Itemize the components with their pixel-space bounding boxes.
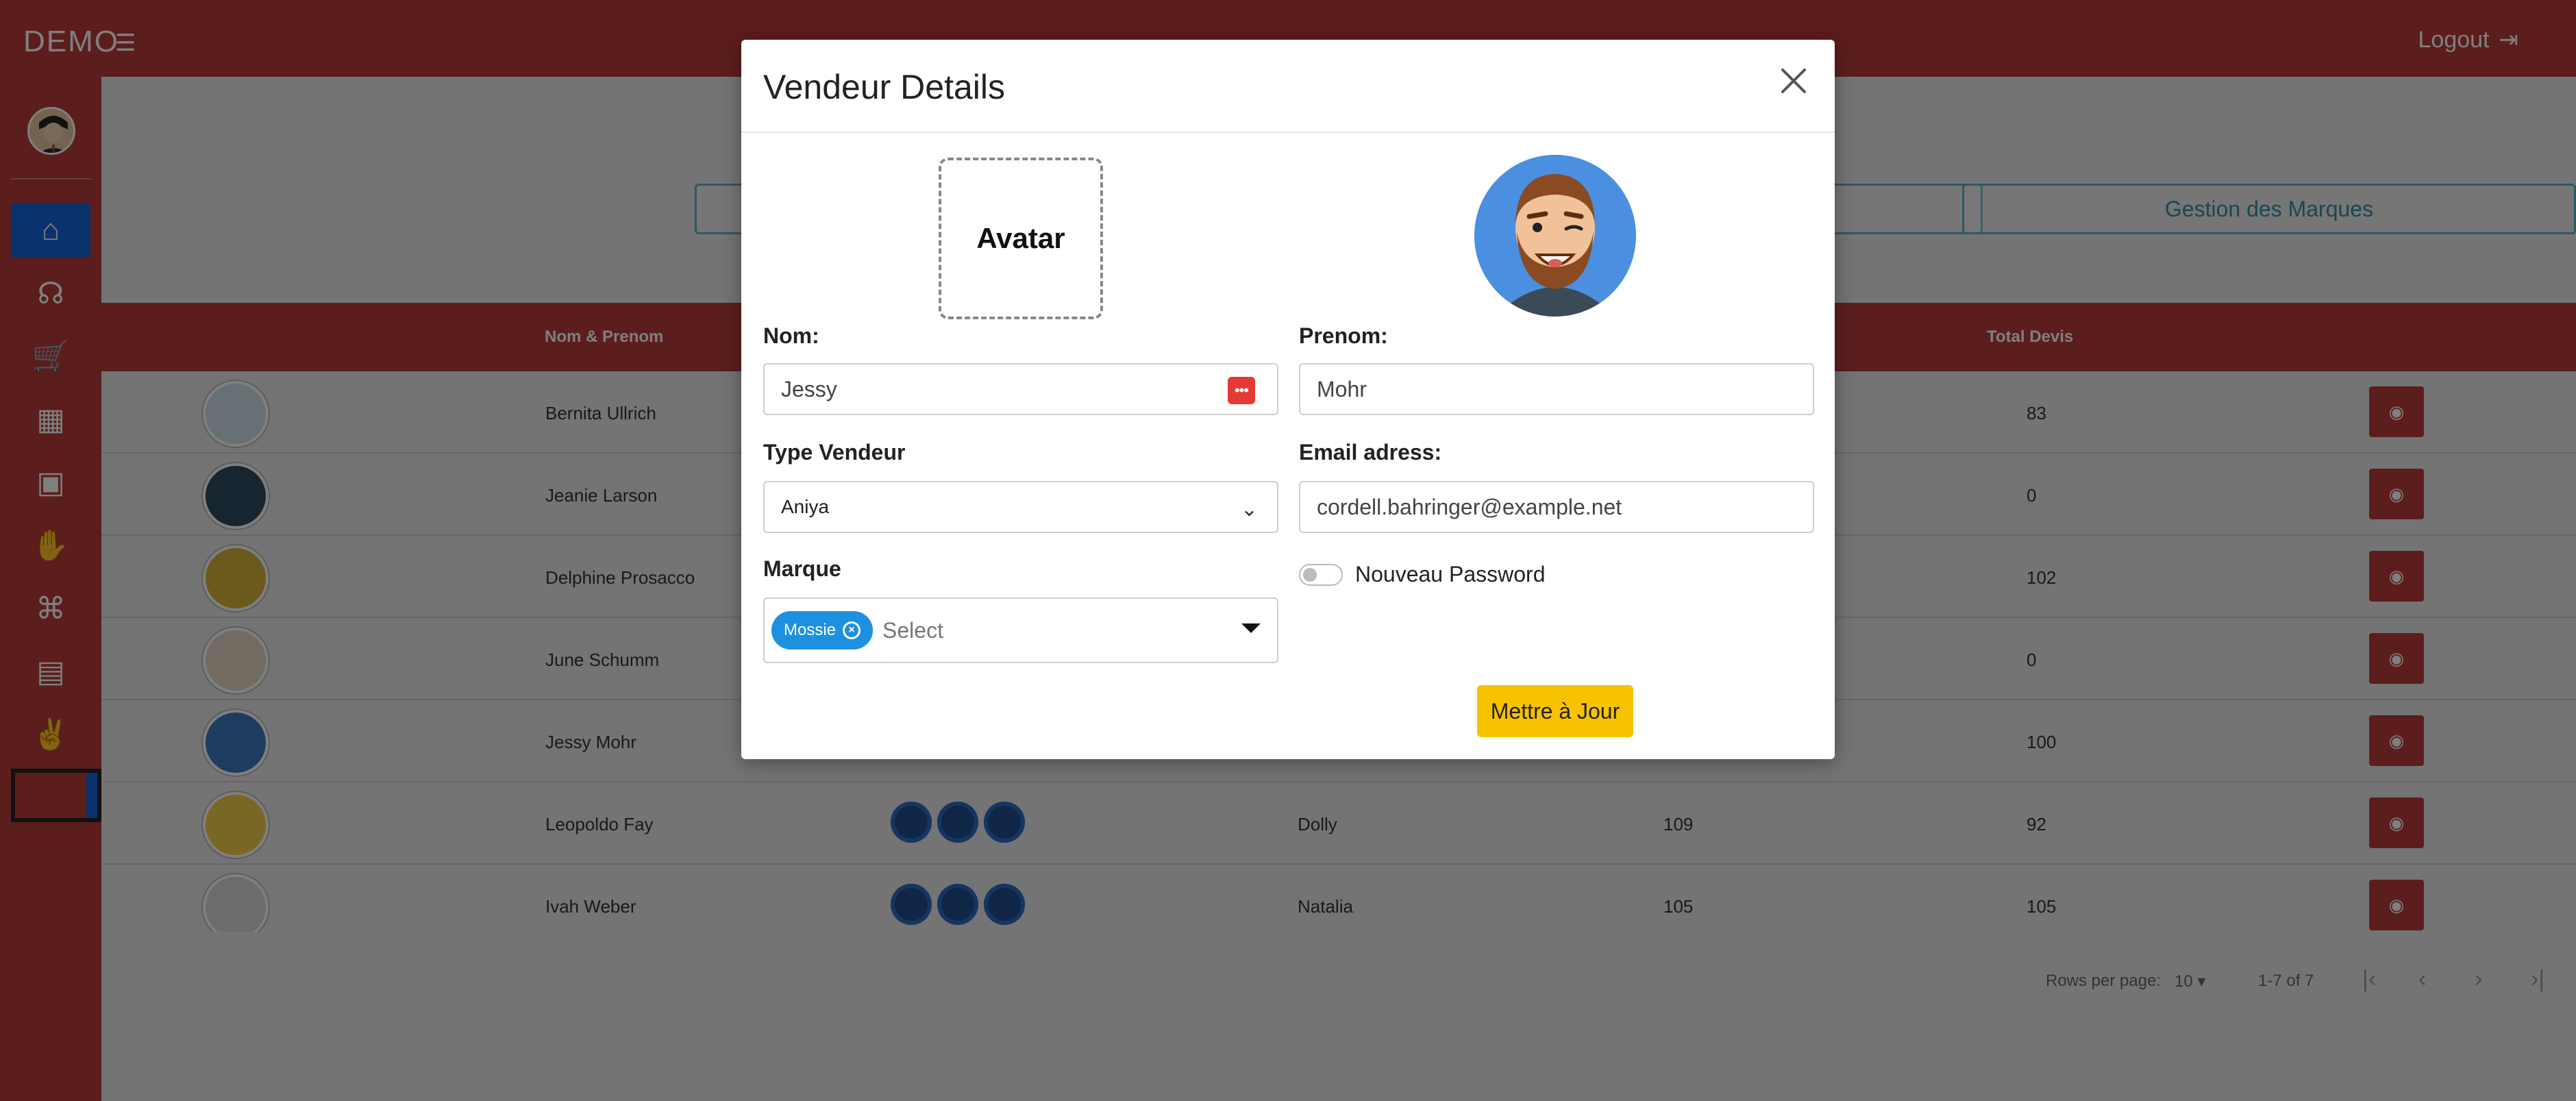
new-password-label: Nouveau Password <box>1355 562 1546 586</box>
nom-value: Jessy <box>781 376 837 401</box>
prenom-input[interactable]: Mohr <box>1299 363 1814 415</box>
new-password-toggle[interactable] <box>1299 563 1343 586</box>
caret-down-icon[interactable] <box>1241 623 1261 633</box>
update-button[interactable]: Mettre à Jour <box>1477 685 1633 737</box>
marque-placeholder: Select <box>882 617 943 643</box>
new-password-toggle-row: Nouveau Password <box>1299 562 1545 587</box>
email-input[interactable]: cordell.bahringer@example.net <box>1299 481 1814 533</box>
avatar-upload-label: Avatar <box>976 222 1065 254</box>
type-vendeur-value: Aniya <box>781 496 830 517</box>
email-value: cordell.bahringer@example.net <box>1317 494 1622 519</box>
chip-remove-icon[interactable]: × <box>843 621 861 639</box>
close-icon <box>1781 69 1806 93</box>
toggle-knob <box>1303 567 1317 582</box>
marque-label: Marque <box>763 556 841 581</box>
nom-label: Nom: <box>763 323 819 348</box>
prenom-label: Prenom: <box>1299 323 1388 348</box>
marque-chip[interactable]: Mossie × <box>771 611 874 650</box>
modal-header: Vendeur Details <box>741 40 1835 133</box>
modal-title: Vendeur Details <box>763 68 1006 106</box>
avatar-upload[interactable]: Avatar <box>939 158 1103 319</box>
nom-input[interactable]: Jessy ••• <box>763 363 1278 415</box>
vendeur-avatar <box>1474 155 1636 317</box>
password-icon[interactable]: ••• <box>1228 377 1255 404</box>
chevron-down-icon: ⌄ <box>1240 498 1258 521</box>
close-button[interactable] <box>1773 60 1814 101</box>
marque-multiselect[interactable]: Mossie × Select <box>763 597 1278 663</box>
vendeur-details-modal: Vendeur Details Avatar Nom: Jessy ••• Pr… <box>741 40 1835 759</box>
marque-chip-label: Mossie <box>784 621 837 639</box>
prenom-value: Mohr <box>1317 376 1367 401</box>
email-label: Email adress: <box>1299 440 1442 465</box>
type-vendeur-label: Type Vendeur <box>763 440 906 465</box>
type-vendeur-select[interactable]: Aniya ⌄ <box>763 481 1278 533</box>
